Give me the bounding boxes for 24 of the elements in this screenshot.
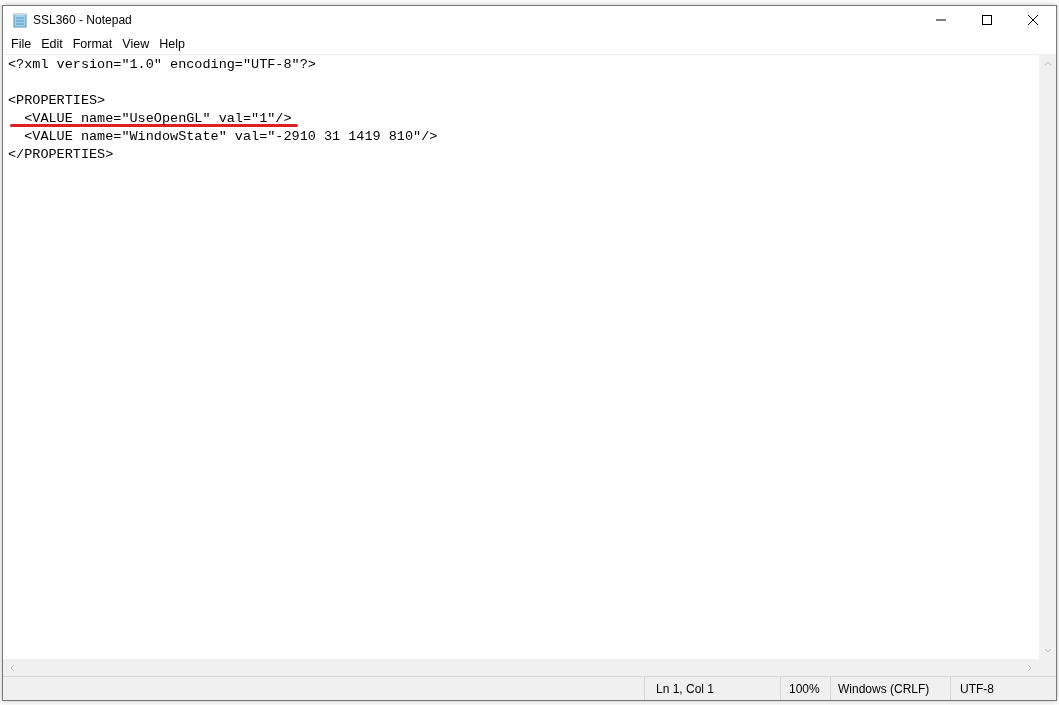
text-line: </PROPERTIES> <box>8 146 114 164</box>
text-line: <VALUE name="WindowState" val="-2910 31 1419 810"/> <box>23 128 438 146</box>
menu-item[interactable]: Edit <box>36 37 68 51</box>
scroll-up-icon[interactable] <box>1043 60 1052 66</box>
text-line: <?xml version="1.0" encoding="UTF-8"?> <box>8 56 316 74</box>
status-text: UTF-8 <box>950 677 1042 700</box>
menu-item[interactable]: Help <box>154 37 190 51</box>
status-text: Windows (CRLF) <box>830 677 950 700</box>
text-line: <VALUE name="UseOpenGL" val="1"/> <box>23 110 292 128</box>
window-title: SSL360 - Notepad <box>33 13 132 27</box>
scroll-left-icon[interactable] <box>9 663 15 672</box>
horizontal-scrollbar[interactable] <box>3 659 1056 676</box>
text-line: <PROPERTIES> <box>8 92 106 110</box>
scroll-right-icon[interactable] <box>1027 663 1033 672</box>
vertical-scrollbar[interactable] <box>1039 55 1056 659</box>
menu-item[interactable]: File <box>6 37 37 51</box>
menu-item[interactable]: View <box>117 37 155 51</box>
close-icon <box>1028 15 1038 25</box>
menu-item[interactable]: Format <box>67 37 118 51</box>
scroll-down-icon[interactable] <box>1043 648 1052 654</box>
status-text: Ln 1, Col 1 <box>644 677 780 700</box>
notepad-icon <box>12 12 28 28</box>
status-text: 100% <box>780 677 830 700</box>
maximize-icon <box>982 15 992 25</box>
